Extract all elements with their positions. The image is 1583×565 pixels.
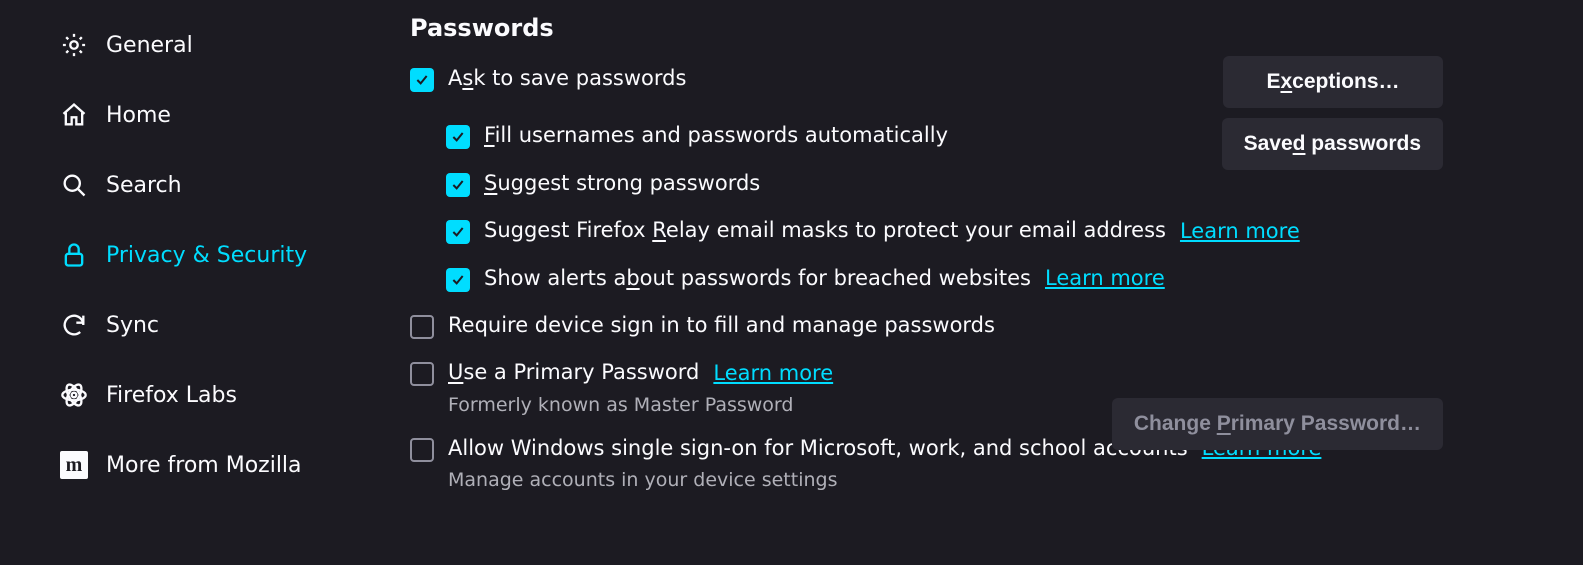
- fill-auto-label: Fill usernames and passwords automatical…: [484, 121, 948, 150]
- sidebar-item-sync[interactable]: Sync: [60, 290, 410, 360]
- atom-icon: [60, 381, 88, 409]
- sidebar-item-mozilla[interactable]: m More from Mozilla: [60, 430, 410, 500]
- fill-auto-checkbox[interactable]: [446, 125, 470, 149]
- home-icon: [60, 101, 88, 129]
- suggest-strong-checkbox[interactable]: [446, 173, 470, 197]
- mozilla-icon: m: [60, 451, 88, 479]
- relay-checkbox[interactable]: [446, 220, 470, 244]
- breach-checkbox[interactable]: [446, 268, 470, 292]
- sidebar-item-label: Search: [106, 173, 182, 198]
- ask-save-checkbox[interactable]: [410, 68, 434, 92]
- suggest-strong-label: Suggest strong passwords: [484, 169, 760, 198]
- sidebar-item-label: More from Mozilla: [106, 453, 302, 478]
- sidebar-item-general[interactable]: General: [60, 10, 410, 80]
- require-signin-label: Require device sign in to fill and manag…: [448, 311, 995, 340]
- relay-label: Suggest Firefox Relay email masks to pro…: [484, 216, 1166, 245]
- sidebar-item-privacy[interactable]: Privacy & Security: [60, 220, 410, 290]
- saved-passwords-button[interactable]: Saved passwords: [1222, 118, 1443, 170]
- section-title-passwords: Passwords: [410, 14, 1443, 42]
- require-signin-row: Require device sign in to fill and manag…: [410, 311, 1443, 340]
- relay-row: Suggest Firefox Relay email masks to pro…: [410, 216, 1443, 245]
- primary-pw-checkbox[interactable]: [410, 362, 434, 386]
- ask-save-label: Ask to save passwords: [448, 64, 686, 93]
- settings-panel: Passwords Exceptions… Saved passwords Ch…: [410, 0, 1583, 565]
- gear-icon: [60, 31, 88, 59]
- relay-learn-more-link[interactable]: Learn more: [1180, 219, 1300, 243]
- exceptions-button[interactable]: Exceptions…: [1223, 56, 1443, 108]
- sidebar-item-label: General: [106, 33, 193, 58]
- require-signin-checkbox[interactable]: [410, 315, 434, 339]
- primary-pw-learn-more-link[interactable]: Learn more: [713, 361, 833, 385]
- settings-sidebar: General Home Search Privacy & Security S…: [0, 0, 410, 565]
- sidebar-item-label: Home: [106, 103, 171, 128]
- primary-pw-description: Formerly known as Master Password: [448, 394, 833, 416]
- sso-description: Manage accounts in your device settings: [448, 469, 1321, 491]
- sso-checkbox[interactable]: [410, 438, 434, 462]
- sidebar-item-labs[interactable]: Firefox Labs: [60, 360, 410, 430]
- lock-icon: [60, 241, 88, 269]
- primary-pw-label: Use a Primary Password: [448, 358, 699, 387]
- sidebar-item-home[interactable]: Home: [60, 80, 410, 150]
- search-icon: [60, 171, 88, 199]
- breach-row: Show alerts about passwords for breached…: [410, 264, 1443, 293]
- sync-icon: [60, 311, 88, 339]
- suggest-strong-row: Suggest strong passwords: [410, 169, 1443, 198]
- sidebar-item-search[interactable]: Search: [60, 150, 410, 220]
- sso-label: Allow Windows single sign-on for Microso…: [448, 434, 1188, 463]
- breach-learn-more-link[interactable]: Learn more: [1045, 266, 1165, 290]
- sidebar-item-label: Firefox Labs: [106, 383, 237, 408]
- breach-label: Show alerts about passwords for breached…: [484, 264, 1031, 293]
- change-primary-password-button: Change Primary Password…: [1112, 398, 1443, 450]
- sidebar-item-label: Sync: [106, 313, 159, 338]
- sidebar-item-label: Privacy & Security: [106, 243, 307, 268]
